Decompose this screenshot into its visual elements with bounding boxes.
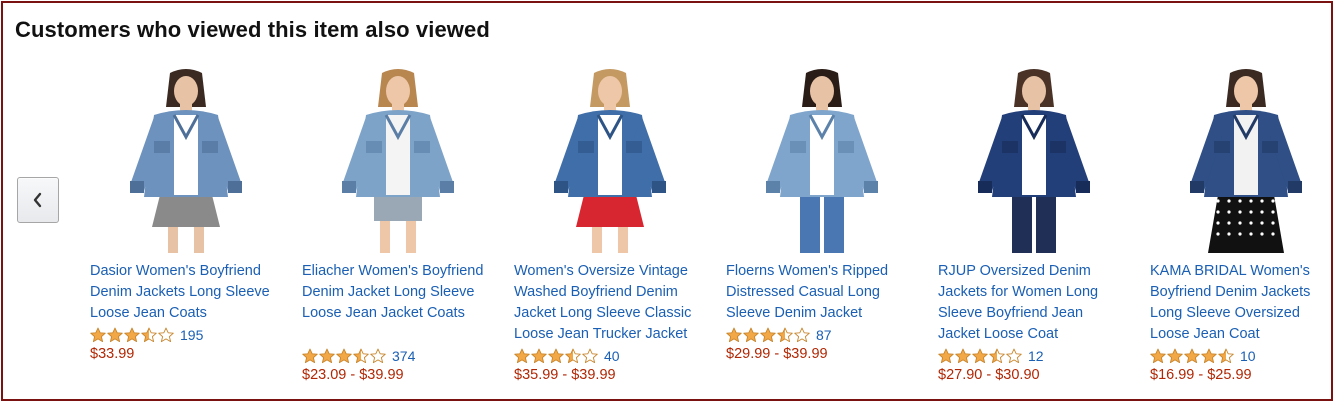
rating-row: 10 xyxy=(1150,348,1256,364)
rating-row: 195 xyxy=(90,327,203,343)
product-price: $33.99 xyxy=(90,346,135,362)
product-title-link[interactable]: KAMA BRIDAL Women's Boyfriend Denim Jack… xyxy=(1150,261,1334,345)
product-price: $29.99 - $39.99 xyxy=(726,346,828,362)
star-icon xyxy=(141,327,157,343)
star-icon xyxy=(743,327,759,343)
star-icon xyxy=(794,327,810,343)
product-card[interactable]: Women's Oversize Vintage Washed Boyfrien… xyxy=(514,67,704,383)
star-icon xyxy=(90,327,106,343)
product-price: $16.99 - $25.99 xyxy=(1150,367,1252,383)
star-icon xyxy=(531,348,547,364)
star-rating[interactable] xyxy=(938,348,1022,364)
product-price: $23.09 - $39.99 xyxy=(302,367,404,383)
star-icon xyxy=(514,348,530,364)
review-count-link[interactable]: 374 xyxy=(392,348,415,364)
star-icon xyxy=(1006,348,1022,364)
star-icon xyxy=(336,348,352,364)
product-image[interactable] xyxy=(938,67,1128,253)
product-card[interactable]: KAMA BRIDAL Women's Boyfriend Denim Jack… xyxy=(1150,67,1334,383)
product-title-link[interactable]: Floerns Women's Ripped Distressed Casual… xyxy=(726,261,916,324)
star-icon xyxy=(1167,348,1183,364)
review-count-link[interactable]: 10 xyxy=(1240,348,1256,364)
star-icon xyxy=(972,348,988,364)
review-count-link[interactable]: 195 xyxy=(180,327,203,343)
product-card[interactable]: Eliacher Women's Boyfriend Denim Jacket … xyxy=(302,67,492,383)
product-title-link[interactable]: Dasior Women's Boyfriend Denim Jackets L… xyxy=(90,261,280,324)
chevron-left-icon xyxy=(33,192,42,208)
section-title: Customers who viewed this item also view… xyxy=(15,17,490,42)
carousel-prev-button[interactable] xyxy=(17,177,59,223)
star-icon xyxy=(1184,348,1200,364)
product-title-link[interactable]: Women's Oversize Vintage Washed Boyfrien… xyxy=(514,261,704,345)
star-rating[interactable] xyxy=(726,327,810,343)
star-rating[interactable] xyxy=(90,327,174,343)
star-icon xyxy=(989,348,1005,364)
product-card[interactable]: RJUP Oversized Denim Jackets for Women L… xyxy=(938,67,1128,383)
review-count-link[interactable]: 12 xyxy=(1028,348,1044,364)
star-icon xyxy=(1201,348,1217,364)
star-icon xyxy=(319,348,335,364)
star-icon xyxy=(777,327,793,343)
star-icon xyxy=(938,348,954,364)
review-count-link[interactable]: 87 xyxy=(816,327,832,343)
star-icon xyxy=(1218,348,1234,364)
product-title-link[interactable]: Eliacher Women's Boyfriend Denim Jacket … xyxy=(302,261,492,324)
rating-row: 40 xyxy=(514,348,620,364)
product-image[interactable] xyxy=(726,67,916,253)
product-price: $35.99 - $39.99 xyxy=(514,367,616,383)
star-icon xyxy=(124,327,140,343)
product-card[interactable]: Floerns Women's Ripped Distressed Casual… xyxy=(726,67,916,362)
star-icon xyxy=(760,327,776,343)
star-icon xyxy=(1150,348,1166,364)
product-image[interactable] xyxy=(302,67,492,253)
carousel-widget: Customers who viewed this item also view… xyxy=(1,1,1333,401)
star-icon xyxy=(582,348,598,364)
product-price: $27.90 - $30.90 xyxy=(938,367,1040,383)
product-image[interactable] xyxy=(90,67,280,253)
star-icon xyxy=(548,348,564,364)
product-image[interactable] xyxy=(1150,67,1334,253)
star-icon xyxy=(565,348,581,364)
star-icon xyxy=(302,348,318,364)
product-image[interactable] xyxy=(514,67,704,253)
review-count-link[interactable]: 40 xyxy=(604,348,620,364)
product-card[interactable]: Dasior Women's Boyfriend Denim Jackets L… xyxy=(90,67,280,362)
star-rating[interactable] xyxy=(302,348,386,364)
star-rating[interactable] xyxy=(1150,348,1234,364)
star-icon xyxy=(370,348,386,364)
star-icon xyxy=(353,348,369,364)
rating-row: 12 xyxy=(938,348,1044,364)
star-icon xyxy=(107,327,123,343)
product-title-link[interactable]: RJUP Oversized Denim Jackets for Women L… xyxy=(938,261,1128,345)
rating-row: 87 xyxy=(726,327,832,343)
product-carousel: Dasior Women's Boyfriend Denim Jackets L… xyxy=(90,67,1330,397)
star-icon xyxy=(158,327,174,343)
star-rating[interactable] xyxy=(514,348,598,364)
star-icon xyxy=(955,348,971,364)
rating-row: 374 xyxy=(302,348,415,364)
star-icon xyxy=(726,327,742,343)
